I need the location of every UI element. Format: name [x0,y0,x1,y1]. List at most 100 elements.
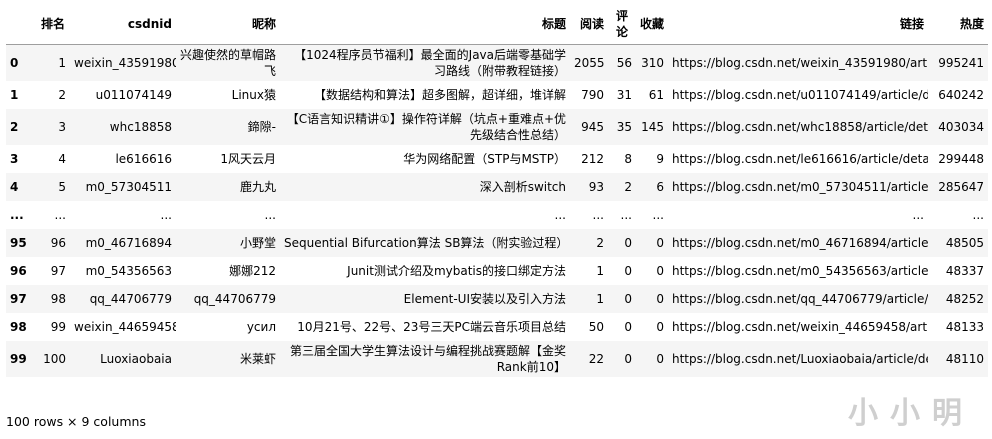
cell-rank: 4 [58,151,66,166]
table-row: 1 2 u011074149 Linux猿 【数据结构和算法】超多图解，超详细，堆详解 7… [6,81,988,109]
cell-comments: 0 [624,291,632,306]
cell-link: https://blog.csdn.net/qq_44706779/articl… [672,291,928,306]
cell-row-index: 95 [10,235,27,250]
cell-heat: 48505 [945,235,984,250]
cell-heat: 48337 [945,263,984,278]
cell-comments: 56 [616,55,632,70]
dataframe-table: 排名 csdnid 昵称 标题 阅读 评论 收藏 链接 热度 0 1 weixin_… [6,4,988,377]
header-favorites: 收藏 [636,4,668,45]
cell-rank: 3 [58,119,66,134]
cell-heat: ... [972,207,984,222]
cell-title: ... [554,207,566,222]
cell-nickname: qq_44706779 [193,291,276,306]
cell-reads: 945 [581,119,604,134]
cell-row-index: 99 [10,351,27,366]
cell-reads: 22 [588,351,604,366]
cell-reads: 2 [596,235,604,250]
header-rank: 排名 [36,4,70,45]
cell-title: Junit测试介绍及mybatis的接口绑定方法 [347,263,566,278]
cell-heat: 285647 [938,179,984,194]
cell-nickname: 米莱虾 [239,351,276,366]
cell-reads: 93 [588,179,604,194]
cell-row-index: 98 [10,319,27,334]
cell-rank: 5 [58,179,66,194]
cell-heat: 48133 [945,319,984,334]
cell-csdnid: u011074149 [95,87,172,102]
cell-csdnid: le616616 [115,151,172,166]
header-index [6,4,36,45]
cell-nickname: 娜娜212 [229,263,276,278]
cell-favorites: 0 [656,351,664,366]
cell-link: https://blog.csdn.net/u011074149/article… [672,87,928,102]
cell-reads: 1 [596,263,604,278]
cell-csdnid: qq_44706779 [89,291,172,306]
cell-csdnid: m0_57304511 [85,179,172,194]
cell-reads: 212 [581,151,604,166]
cell-link: https://blog.csdn.net/m0_46716894/articl… [672,235,928,250]
table-row: 2 3 whc18858 鍗隙- 【C语言知识精讲①】操作符详解（坑点+重难点+优先级结… [6,108,988,145]
cell-rank: 2 [58,87,66,102]
cell-row-index: ... [10,207,24,222]
cell-comments: 0 [624,319,632,334]
cell-heat: 299448 [938,151,984,166]
cell-comments: ... [620,207,632,222]
header-reads: 阅读 [570,4,608,45]
cell-reads: 1 [596,291,604,306]
cell-link: https://blog.csdn.net/m0_57304511/articl… [672,179,928,194]
header-row: 排名 csdnid 昵称 标题 阅读 评论 收藏 链接 热度 [6,4,988,45]
cell-link: https://blog.csdn.net/whc18858/article/d… [672,119,928,134]
table-row: .............................. [6,201,988,229]
cell-nickname: усил [246,319,276,334]
cell-title: 【数据结构和算法】超多图解，超详细，堆详解 [313,87,566,102]
cell-nickname: Linux猿 [231,87,276,102]
cell-rank: 1 [58,55,66,70]
cell-csdnid: m0_46716894 [85,235,172,250]
cell-heat: 48252 [945,291,984,306]
cell-link: https://blog.csdn.net/Luoxiaobaia/articl… [672,351,928,366]
cell-title: Sequential Bifurcation算法 SB算法（附实验过程） [284,235,569,250]
cell-favorites: 310 [641,55,664,70]
cell-row-index: 4 [10,179,19,194]
cell-title: 第三届全国大学生算法设计与编程挑战赛题解【金奖Rank前10】 [289,343,566,374]
watermark: 小小明 [848,396,974,431]
cell-nickname: 小野堂 [239,235,276,250]
header-comments: 评论 [608,4,636,45]
cell-title: 10月21号、22号、23号三天PC端云音乐项目总结 [297,319,566,334]
cell-nickname: 鍗隙- [247,119,276,134]
cell-rank: 96 [50,235,66,250]
cell-reads: 2055 [574,55,605,70]
cell-favorites: 0 [656,291,664,306]
cell-favorites: 0 [656,263,664,278]
cell-favorites: 145 [641,119,664,134]
cell-heat: 995241 [938,55,984,70]
table-row: 0 1 weixin_43591980 兴趣使然的草帽路飞 【1024程序员节福利】最全… [6,44,988,81]
cell-rank: 100 [43,351,66,366]
cell-heat: 640242 [938,87,984,102]
table-row: 3 4 le616616 1风天云月 华为网络配置（STP与MSTP） 212 8 9 http… [6,145,988,173]
cell-comments: 2 [624,179,632,194]
cell-rank: 99 [50,319,66,334]
cell-reads: ... [592,207,604,222]
cell-csdnid: m0_54356563 [85,263,172,278]
cell-nickname: 兴趣使然的草帽路飞 [180,47,277,78]
cell-csdnid: whc18858 [109,119,172,134]
table-row: 99 100 Luoxiaobaia 米莱虾 第三届全国大学生算法设计与编程挑战赛题解【… [6,340,988,377]
table-row: 95 96 m0_46716894 小野堂 Sequential Bifurcation… [6,228,988,257]
table-row: 97 98 qq_44706779 qq_44706779 Element-UI安装以及… [6,284,988,313]
cell-comments: 0 [624,263,632,278]
cell-nickname: 1风天云月 [220,151,276,166]
cell-row-index: 0 [10,55,19,70]
cell-link: https://blog.csdn.net/m0_54356563/articl… [672,263,928,278]
cell-comments: 31 [616,87,632,102]
cell-rank: 97 [50,263,66,278]
cell-csdnid: weixin_44659458 [74,319,176,334]
cell-favorites: ... [652,207,664,222]
cell-favorites: 0 [656,319,664,334]
cell-comments: 0 [624,235,632,250]
header-nickname: 昵称 [176,4,280,45]
cell-row-index: 1 [10,87,19,102]
header-link: 链接 [668,4,928,45]
table-row: 4 5 m0_57304511 鹿九丸 深入剖析switch 93 2 6 https://bl… [6,172,988,201]
cell-row-index: 2 [10,119,19,134]
cell-title: 【1024程序员节福利】最全面的Java后端零基础学习路线（附带教程链接） [294,47,566,78]
